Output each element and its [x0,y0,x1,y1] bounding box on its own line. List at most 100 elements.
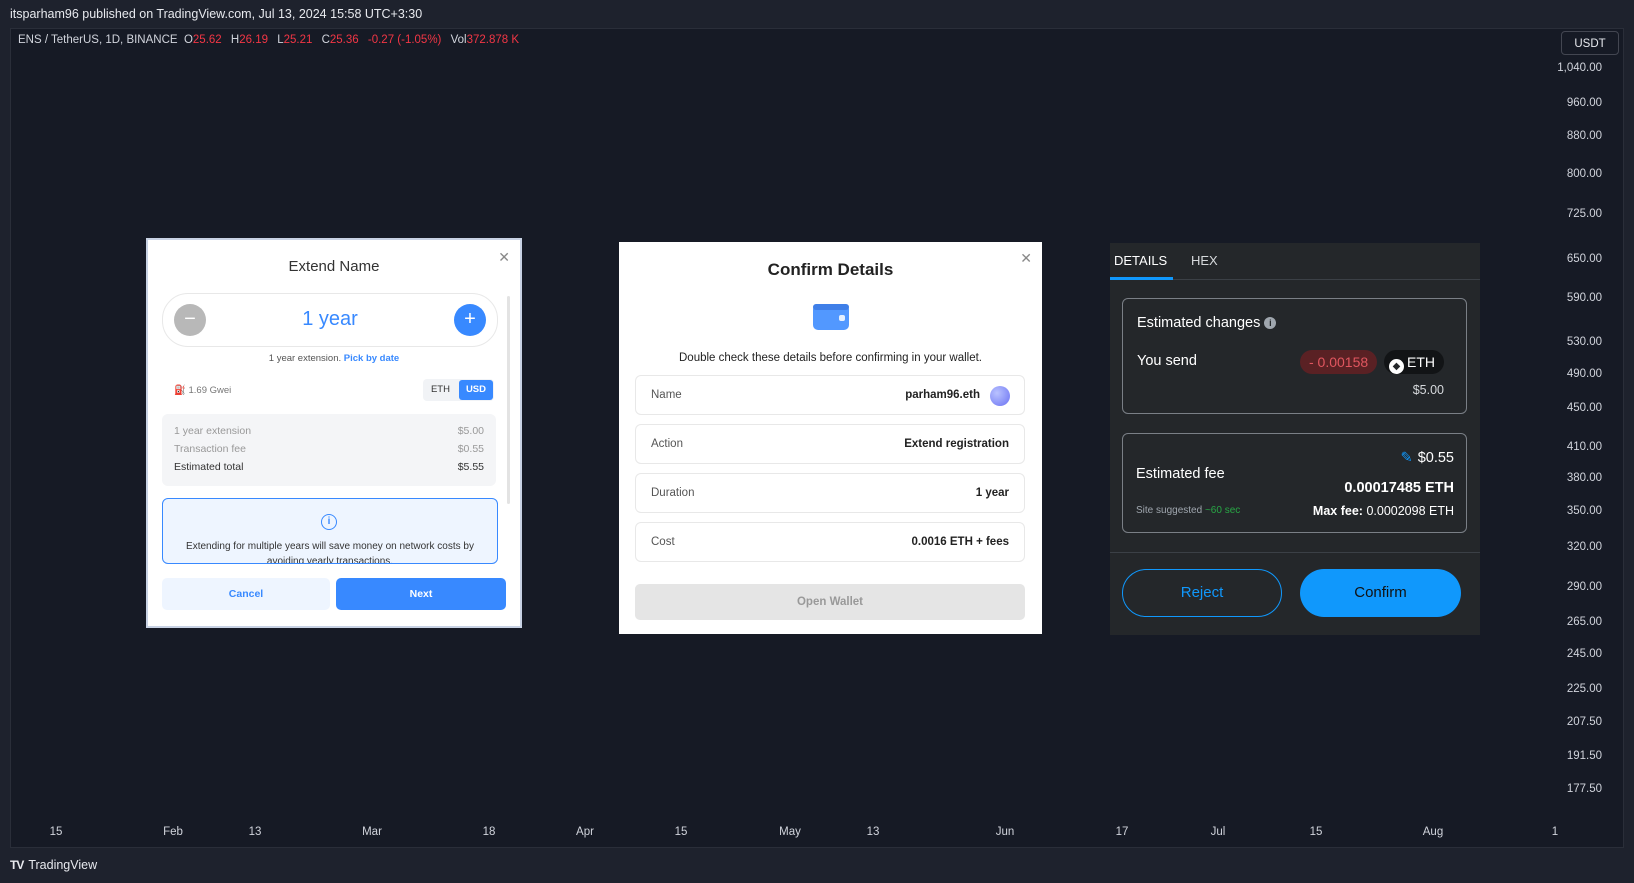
high-value: 26.19 [239,34,268,46]
cost-value: $5.55 [457,461,484,473]
next-button[interactable]: Next [336,578,506,610]
price-tick-label: 960.00 [1566,97,1602,109]
time-tick-label: Jun [995,826,1015,838]
estimated-changes-heading: Estimated changes i [1137,315,1277,331]
price-tick-label: 880.00 [1566,130,1602,142]
detail-row-name: Name parham96.eth [635,375,1025,415]
you-send-label: You send [1137,353,1197,369]
send-usd-value: $5.00 [1412,383,1444,397]
gas-price-value: 1.69 Gwei [188,385,232,396]
brand-name: TradingView [28,858,98,872]
duration-value: 1 year [302,308,358,330]
estimated-changes-label: Estimated changes [1137,315,1261,331]
reject-button[interactable]: Reject [1122,569,1282,617]
detail-row-cost: Cost 0.0016 ETH + fees [635,522,1025,562]
site-suggested-row: Site suggested ~60 sec [1136,505,1240,516]
price-tick-label: 207.50 [1566,716,1602,728]
price-tick-label: 490.00 [1566,368,1602,380]
tradingview-logo[interactable]: TV TradingView [10,858,97,872]
time-tick-label: 15 [674,826,688,838]
cost-breakdown: 1 year extension $5.00 Transaction fee $… [162,414,496,486]
savings-info-text: Extending for multiple years will save m… [186,541,474,564]
currency-toggle: ETH USD [422,379,494,401]
price-tick-label: 245.00 [1566,648,1602,660]
time-tick-label: Jul [1210,826,1226,838]
send-token: ETH [1407,354,1435,370]
cost-value: $0.55 [457,443,484,455]
currency-eth-option[interactable]: ETH [424,380,457,400]
time-tick-label: Mar [362,826,382,838]
extend-name-dialog: Extend Name ✕ − 1 year + 1 year extensio… [148,240,520,626]
pick-by-date-link[interactable]: Pick by date [344,353,399,364]
increase-button[interactable]: + [454,304,486,336]
estimated-fee-box: ✎ $0.55 Estimated fee 0.00017485 ETH Site… [1122,433,1467,533]
price-tick-label: 225.00 [1566,683,1602,695]
cancel-button[interactable]: Cancel [162,578,330,610]
scrollbar[interactable] [507,296,510,504]
high-label: H [230,34,240,46]
price-tick-label: 450.00 [1566,402,1602,414]
price-tick-label: 290.00 [1566,581,1602,593]
currency-button[interactable]: USDT [1561,31,1619,55]
price-tick-label: 191.50 [1566,750,1602,762]
detail-label: Duration [651,487,695,499]
tab-details[interactable]: DETAILS [1114,253,1167,268]
dialog-subtitle: Double check these details before confir… [679,352,982,364]
fuel-pump-icon: ⛽ [174,385,186,396]
cost-row: 1 year extension $5.00 [174,425,484,437]
estimated-time: ~60 sec [1204,505,1241,516]
avatar [990,386,1010,406]
dialog-title: Confirm Details [767,260,894,279]
price-tick-label: 650.00 [1566,253,1602,265]
estimated-fee-label: Estimated fee [1136,466,1225,482]
info-icon: i [321,514,337,530]
tab-bar: DETAILS HEX [1110,243,1480,280]
price-tick-label: 177.50 [1566,783,1602,795]
tradingview-logo-icon: TV [10,858,24,872]
price-tick-label: 380.00 [1566,472,1602,484]
send-amount: - 0.00158 [1300,350,1378,374]
open-label: O [183,34,193,46]
price-tick-label: 530.00 [1566,336,1602,348]
time-tick-label: May [779,826,801,838]
symbol-label[interactable]: ENS / TetherUS, 1D, BINANCE [18,34,178,46]
price-tick-label: 265.00 [1566,616,1602,628]
publish-info: itsparham96 published on TradingView.com… [10,7,423,21]
cost-label: Transaction fee [174,443,246,455]
open-wallet-button[interactable]: Open Wallet [635,584,1025,620]
fee-eth-value: 0.00017485 ETH [1344,480,1454,496]
time-tick-label: 15 [1309,826,1323,838]
tab-hex[interactable]: HEX [1191,253,1218,268]
close-icon[interactable]: ✕ [498,249,510,266]
extension-caption: 1 year extension. Pick by date [148,353,520,364]
confirm-button[interactable]: Confirm [1300,569,1461,617]
detail-row-action: Action Extend registration [635,424,1025,464]
price-tick-label: 1,040.00 [1557,62,1602,74]
detail-row-duration: Duration 1 year [635,473,1025,513]
extension-text: 1 year extension. [268,353,342,364]
time-tick-label: 18 [482,826,496,838]
price-tick-label: 350.00 [1566,505,1602,517]
divider [1110,552,1480,553]
info-icon[interactable]: i [1264,317,1277,330]
price-tick-label: 410.00 [1566,441,1602,453]
fee-usd-row: ✎ $0.55 [1401,450,1454,466]
cost-row: Transaction fee $0.55 [174,443,484,455]
currency-usd-option[interactable]: USD [458,380,493,400]
time-tick-label: Feb [163,826,183,838]
time-tick-label: 1 [1551,826,1559,838]
ohlc-legend: ENS / TetherUS, 1D, BINANCE O25.62 H26.1… [18,34,525,46]
open-value: 25.62 [192,34,222,46]
ethereum-icon: ◆ [1389,359,1404,374]
cost-label: Estimated total [174,461,244,473]
gas-price: ⛽ 1.69 Gwei [174,385,231,396]
low-value: 25.21 [283,34,313,46]
close-icon[interactable]: ✕ [1020,250,1032,267]
estimated-changes-box: Estimated changes i You send - 0.00158 ◆ E… [1122,298,1467,414]
detail-value: 0.0016 ETH + fees [911,536,1010,548]
cost-label: 1 year extension [174,425,252,437]
edit-pencil-icon[interactable]: ✎ [1401,450,1413,466]
duration-stepper: − 1 year + [162,293,498,347]
send-token-pill[interactable]: ◆ ETH [1384,350,1444,374]
cost-value: $5.00 [457,425,484,437]
